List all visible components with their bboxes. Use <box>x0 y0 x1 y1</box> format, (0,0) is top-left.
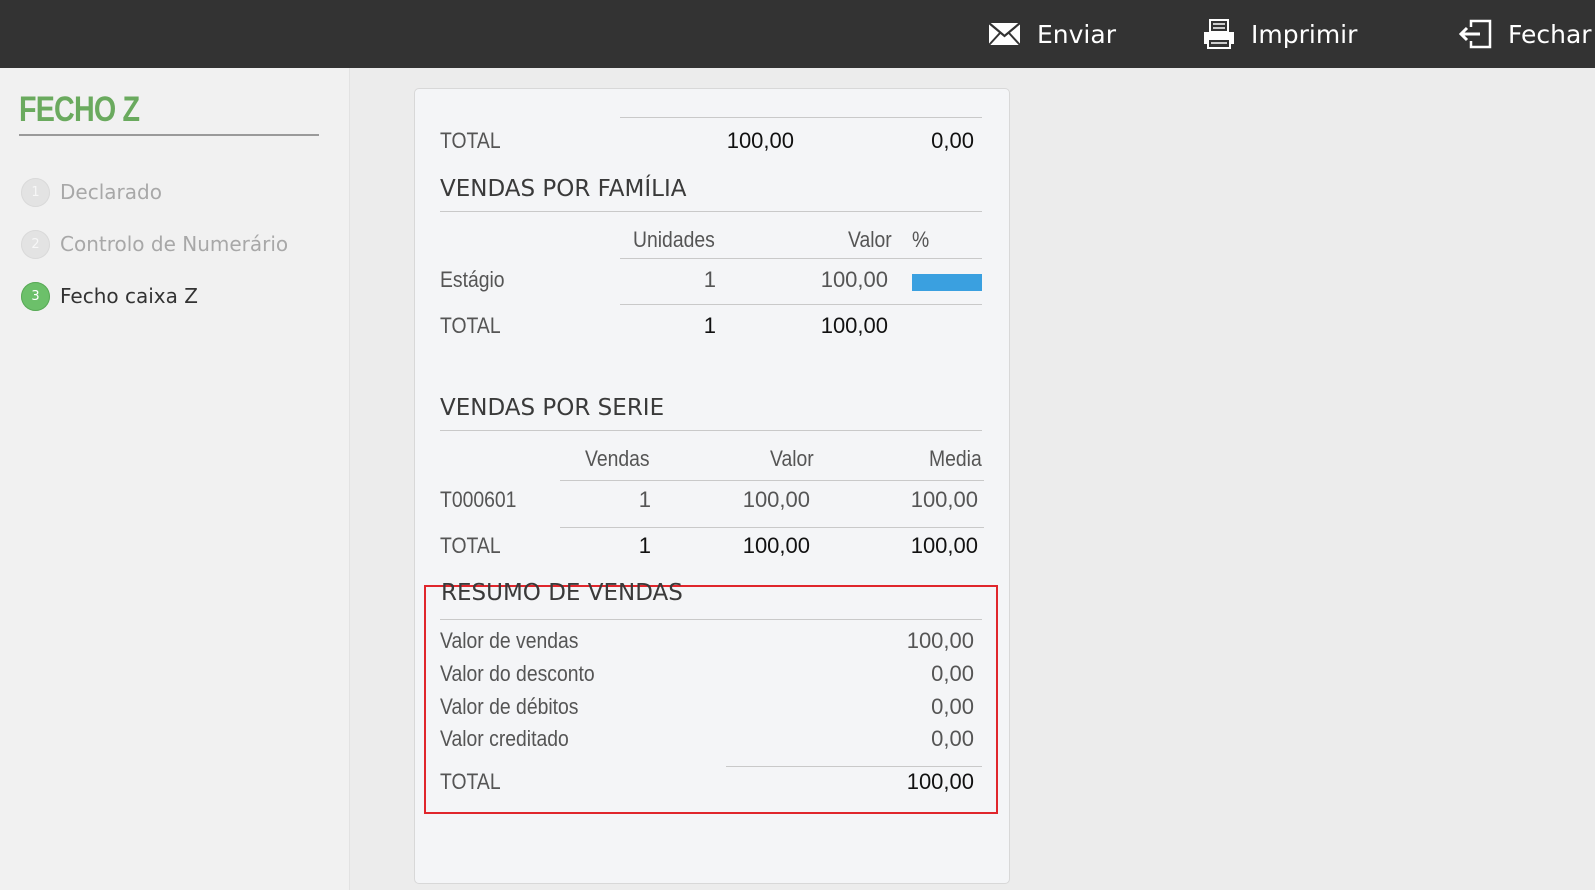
resumo-label: Valor do desconto <box>440 661 595 686</box>
serie-valor: 100,00 <box>742 487 810 512</box>
family-valor: 100,00 <box>820 267 888 292</box>
column-header-media: Media <box>929 446 982 471</box>
step-number-badge: 3 <box>21 281 50 311</box>
resumo-value: 0,00 <box>931 694 974 719</box>
section-title-familia: VENDAS POR FAMÍLIA <box>440 176 687 202</box>
resumo-label: Valor de débitos <box>440 694 579 719</box>
divider <box>620 117 982 118</box>
resumo-value: 100,00 <box>906 628 974 653</box>
column-header-vendas: Vendas <box>585 446 650 471</box>
top-total-label: TOTAL <box>440 128 501 153</box>
resumo-label: Valor de vendas <box>440 628 579 653</box>
section-title-serie: VENDAS POR SERIE <box>440 395 665 421</box>
resumo-total-label: TOTAL <box>440 769 501 794</box>
serie-total-label: TOTAL <box>440 533 501 558</box>
divider <box>440 619 982 620</box>
resumo-label: Valor creditado <box>440 726 569 751</box>
resumo-total-value: 100,00 <box>906 769 974 794</box>
divider <box>620 258 982 259</box>
divider <box>560 527 984 528</box>
print-label: Imprimir <box>1251 19 1358 49</box>
close-button[interactable]: Fechar <box>1458 0 1592 68</box>
serie-total-media: 100,00 <box>910 533 978 558</box>
step-label: Declarado <box>60 180 162 204</box>
divider <box>726 766 982 767</box>
serie-name: T000601 <box>440 487 517 512</box>
printer-icon <box>1203 19 1235 49</box>
top-total-value-2: 0,00 <box>931 128 974 153</box>
column-header-unidades: Unidades <box>633 227 715 252</box>
serie-total-valor: 100,00 <box>742 533 810 558</box>
step-label: Controlo de Numerário <box>60 232 289 256</box>
step-number-badge: 2 <box>21 229 50 259</box>
top-toolbar: Enviar Imprimir Fechar <box>0 0 1595 68</box>
column-header-percent: % <box>912 227 930 252</box>
step-number-badge: 1 <box>21 177 50 207</box>
resumo-value: 0,00 <box>931 726 974 751</box>
step-label: Fecho caixa Z <box>60 284 198 308</box>
family-unidades: 1 <box>703 267 716 292</box>
family-percent-bar <box>912 274 982 291</box>
sidebar-step-declarado[interactable]: 1 Declarado <box>21 177 162 207</box>
column-header-valor: Valor <box>848 227 892 252</box>
sidebar-step-controlo-numerario[interactable]: 2 Controlo de Numerário <box>21 229 288 259</box>
print-button[interactable]: Imprimir <box>1203 0 1357 68</box>
divider <box>560 480 984 481</box>
family-total-unidades: 1 <box>703 313 716 338</box>
divider <box>440 211 982 212</box>
close-label: Fechar <box>1508 19 1592 49</box>
send-label: Enviar <box>1037 19 1116 49</box>
family-total-valor: 100,00 <box>820 313 888 338</box>
sidebar-step-fecho-caixa-z[interactable]: 3 Fecho caixa Z <box>21 281 198 311</box>
send-button[interactable]: Enviar <box>988 0 1116 68</box>
serie-media: 100,00 <box>910 487 978 512</box>
family-name: Estágio <box>440 267 505 292</box>
divider <box>620 304 982 305</box>
column-header-valor: Valor <box>770 446 814 471</box>
serie-vendas: 1 <box>638 487 651 512</box>
section-title-resumo: RESUMO DE VENDAS <box>441 580 683 606</box>
serie-total-vendas: 1 <box>638 533 651 558</box>
page-title: FECHO Z <box>19 90 319 136</box>
exit-icon <box>1458 19 1492 49</box>
top-total-value-1: 100,00 <box>726 128 794 153</box>
family-total-label: TOTAL <box>440 313 501 338</box>
resumo-value: 0,00 <box>931 661 974 686</box>
sidebar: FECHO Z 1 Declarado 2 Controlo de Numerá… <box>0 68 350 890</box>
divider <box>440 430 982 431</box>
envelope-icon <box>988 22 1021 46</box>
